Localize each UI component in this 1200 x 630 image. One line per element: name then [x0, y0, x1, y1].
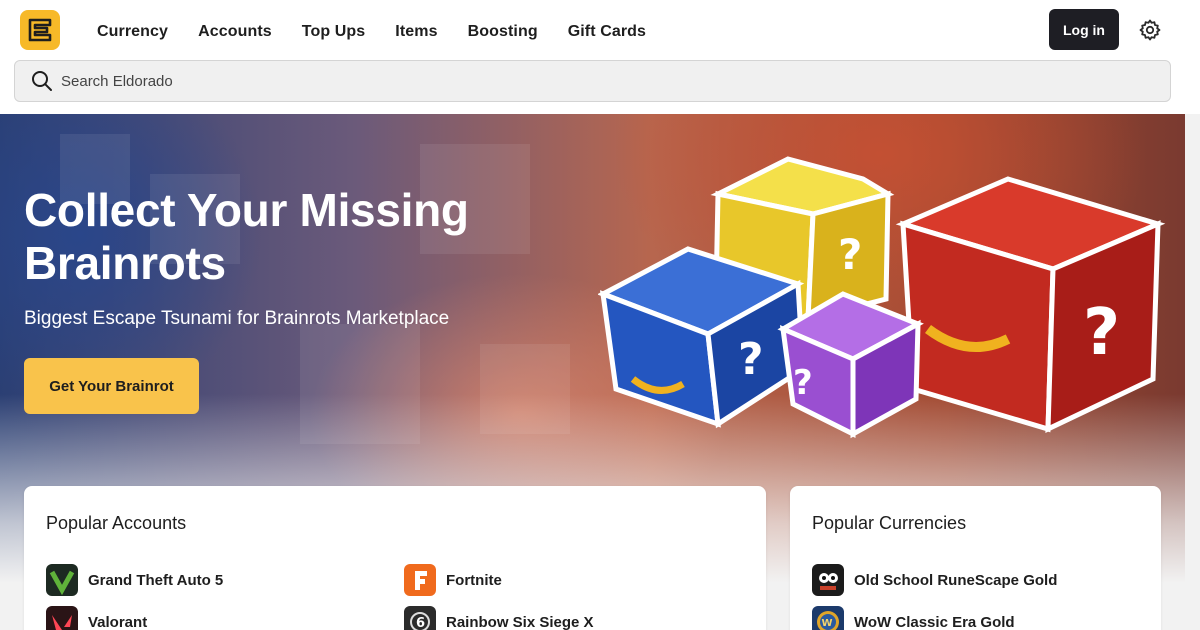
- hero-title: Collect Your Missing Brainrots: [24, 184, 469, 289]
- nav-gift-cards[interactable]: Gift Cards: [568, 20, 646, 44]
- account-item-valorant[interactable]: Valorant: [46, 606, 147, 630]
- main-nav: Currency Accounts Top Ups Items Boosting…: [97, 20, 676, 44]
- currency-name: Old School RuneScape Gold: [854, 571, 1058, 589]
- rainbow-six-icon: 6: [404, 606, 436, 630]
- account-name: Fortnite: [446, 571, 502, 589]
- search-icon: [32, 71, 52, 91]
- nav-accounts[interactable]: Accounts: [198, 20, 272, 44]
- get-brainrot-button[interactable]: Get Your Brainrot: [24, 358, 199, 414]
- login-button[interactable]: Log in: [1049, 9, 1119, 50]
- popular-accounts-title: Popular Accounts: [46, 513, 187, 533]
- top-header: Currency Accounts Top Ups Items Boosting…: [0, 0, 1200, 114]
- gta5-icon: [46, 564, 78, 596]
- popular-currencies-title: Popular Currencies: [812, 513, 967, 533]
- eldorado-logo-icon[interactable]: [20, 10, 60, 50]
- blue-lucky-block: ?: [598, 246, 806, 429]
- search-bar[interactable]: [14, 60, 1171, 102]
- gear-icon[interactable]: [1138, 18, 1162, 42]
- purple-lucky-block: ?: [777, 291, 924, 439]
- currency-item-osrs[interactable]: Old School RuneScape Gold: [812, 564, 1057, 596]
- nav-boosting[interactable]: Boosting: [468, 20, 538, 44]
- currency-name: WoW Classic Era Gold: [854, 613, 1015, 630]
- search-input[interactable]: [61, 72, 1061, 90]
- svg-text:?: ?: [738, 334, 764, 385]
- svg-text:?: ?: [838, 230, 862, 279]
- nav-items[interactable]: Items: [395, 20, 437, 44]
- currency-item-wow[interactable]: W WoW Classic Era Gold: [812, 606, 1015, 630]
- account-item-gta5[interactable]: Grand Theft Auto 5: [46, 564, 223, 596]
- account-item-rainbow-six[interactable]: 6 Rainbow Six Siege X: [404, 606, 594, 630]
- popular-currencies-card: Popular Currencies Old School RuneScape …: [790, 486, 1161, 630]
- fortnite-icon: [404, 564, 436, 596]
- hero-subtitle: Biggest Escape Tsunami for Brainrots Mar…: [24, 308, 450, 329]
- wow-icon: W: [812, 606, 844, 630]
- account-name: Valorant: [88, 613, 148, 630]
- popular-accounts-card: Popular Accounts Grand Theft Auto 5 Fort…: [24, 486, 766, 630]
- nav-top-ups[interactable]: Top Ups: [302, 20, 366, 44]
- svg-text:W: W: [822, 618, 833, 629]
- lucky-blocks-illustration: ? ? ? ?: [598, 156, 1166, 439]
- red-lucky-block: ?: [895, 176, 1166, 434]
- account-name: Grand Theft Auto 5: [88, 571, 224, 589]
- account-name: Rainbow Six Siege X: [446, 613, 594, 630]
- svg-text:?: ?: [1083, 296, 1120, 370]
- account-item-fortnite[interactable]: Fortnite: [404, 564, 502, 596]
- svg-text:6: 6: [416, 616, 425, 630]
- nav-currency[interactable]: Currency: [97, 20, 168, 44]
- valorant-icon: [46, 606, 78, 630]
- svg-text:?: ?: [793, 363, 813, 403]
- osrs-icon: [812, 564, 844, 596]
